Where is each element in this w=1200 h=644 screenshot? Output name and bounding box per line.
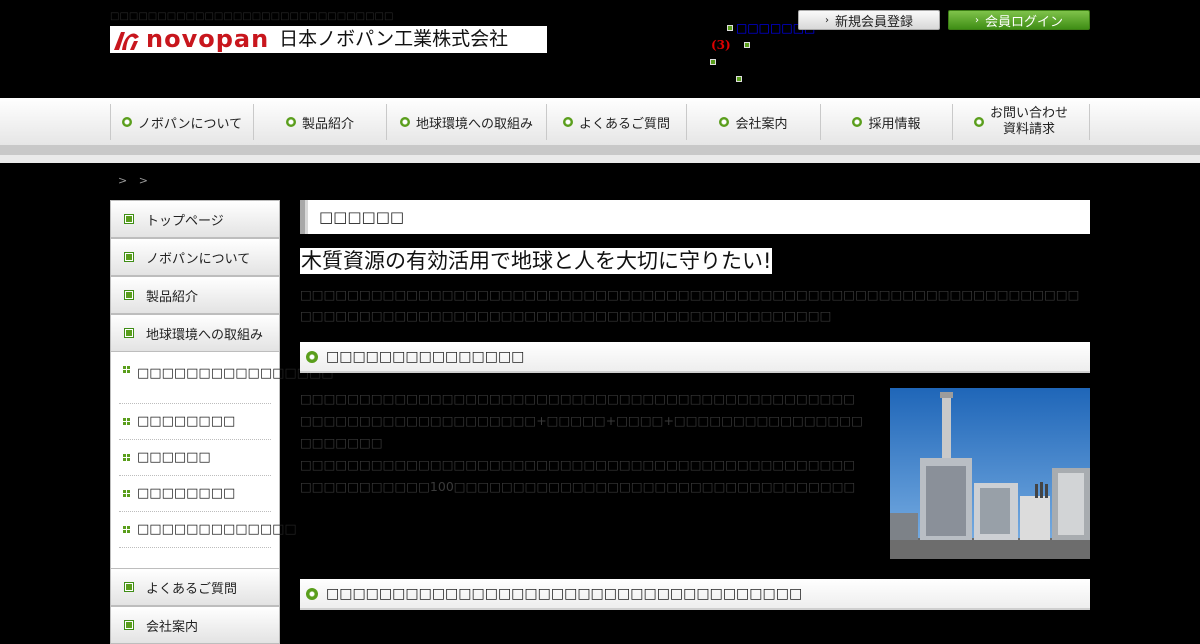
green-circle-icon [562, 117, 573, 127]
sidebar-subitem-label: □□□□□□□□□□□□□ [137, 522, 297, 537]
gnav-item-about[interactable]: ノボパンについて [110, 104, 253, 140]
breadcrumb: > > [118, 174, 152, 187]
sidebar-item-label: 製品紹介 [146, 289, 199, 305]
link-bullet-icon [727, 25, 733, 31]
login-button[interactable]: › 会員ログイン [948, 10, 1090, 30]
link-bullet-icon [710, 59, 716, 65]
section-paragraph: □□□□□□□□□□□□□□□□□□□□□□□□□□□□□□□□□□□□□□□□… [300, 457, 856, 494]
green-circle-icon [852, 117, 863, 127]
site-logo[interactable]: novopan 日本ノボパン工業株式会社 [110, 26, 547, 53]
green-circle-icon [306, 587, 318, 600]
sidebar-item-faq[interactable]: よくあるご質問 [110, 568, 280, 606]
sidebar-subitem[interactable]: □□□□□□□□ [119, 404, 271, 440]
gnav-item-environment[interactable]: 地球環境への取組み [386, 104, 546, 140]
green-circle-icon [719, 117, 730, 127]
sidebar-item-label: ノボパンについて [146, 251, 251, 267]
sidebar-subitem-label: □□□□□□□□ [137, 486, 236, 501]
logo-company-name: 日本ノボパン工業株式会社 [279, 28, 509, 50]
global-nav: ノボパンについて 製品紹介 地球環境への取組み よくあるご質問 会社案内 採用情… [110, 104, 1090, 140]
intro-paragraph: □□□□□□□□□□□□□□□□□□□□□□□□□□□□□□□□□□□□□□□□… [300, 287, 1080, 323]
grid-dots-icon [123, 454, 130, 461]
green-circle-icon [121, 117, 132, 127]
grid-dots-icon [123, 366, 130, 373]
sidebar-item-environment[interactable]: 地球環境への取組み [110, 314, 280, 352]
green-circle-icon [399, 117, 410, 127]
chevron-right-icon: › [974, 14, 979, 26]
sidebar-item-label: 地球環境への取組み [146, 327, 264, 343]
section-paragraph: □□□□□□□□□□□□□□□□□□□□□□□□□□□□□□□□□□□□□□□□… [300, 391, 863, 450]
nav-divider-band [0, 145, 1200, 155]
login-button-label: 会員ログイン [984, 14, 1063, 30]
novopan-logo-icon [114, 31, 139, 50]
grid-dots-icon [123, 526, 130, 533]
sidebar-subitem-label: □□□□□□ [137, 450, 211, 465]
page-title: □□□□□□ [300, 200, 1090, 234]
sidebar-spacer [110, 548, 280, 568]
sidebar-subitem[interactable]: □□□□□□□□□□□□□□□□ [119, 352, 334, 404]
green-square-icon [124, 290, 134, 300]
section-heading-text: □□□□□□□□□□□□□□□□□□□□□□□□□□□□□□□□□□□□ [326, 585, 803, 602]
green-circle-icon [973, 117, 984, 127]
nav-divider-band-light [0, 155, 1200, 163]
gnav-item-label: 製品紹介 [301, 116, 354, 132]
lead-heading: 木質資源の有効活用で地球と人を大切に守りたい! [300, 248, 773, 274]
gnav-item-label: ノボパンについて [137, 116, 243, 132]
gnav-item-faq[interactable]: よくあるご質問 [546, 104, 686, 140]
gnav-item-contact[interactable]: お問い合わせ 資料請求 [952, 104, 1090, 140]
green-square-icon [124, 620, 134, 630]
green-square-icon [124, 328, 134, 338]
sidebar: トップページ ノボパンについて 製品紹介 地球環境への取組み □□□□□□□□□… [110, 200, 334, 644]
sidebar-item-top[interactable]: トップページ [110, 200, 280, 238]
gnav-item-label: よくあるご質問 [578, 116, 670, 132]
link-bullet-icon [736, 76, 742, 82]
gnav-item-recruit[interactable]: 採用情報 [820, 104, 952, 140]
register-button[interactable]: › 新規会員登録 [798, 10, 940, 30]
sidebar-subitem[interactable]: □□□□□□□□□□□□□ [119, 512, 297, 548]
sidebar-item-label: よくあるご質問 [146, 581, 238, 597]
page-title-text: □□□□□□ [319, 208, 405, 226]
green-circle-icon [285, 117, 296, 127]
sidebar-subnav: □□□□□□□□□□□□□□□□ □□□□□□□□ □□□□□□ □□□□□□□… [110, 352, 334, 548]
green-square-icon [124, 582, 134, 592]
gnav-item-label: 会社案内 [735, 116, 788, 132]
biomass-plant-photo [890, 388, 1090, 559]
green-circle-icon [306, 350, 318, 363]
site-tagline: □□□□□□□□□□□□□□□□□□□□□□□□□□□□□□ [110, 11, 394, 22]
sidebar-item-label: 会社案内 [146, 619, 199, 635]
gnav-item-products[interactable]: 製品紹介 [253, 104, 386, 140]
gnav-item-company[interactable]: 会社案内 [686, 104, 820, 140]
green-square-icon [124, 252, 134, 262]
main-content: □□□□□□ 木質資源の有効活用で地球と人を大切に守りたい! □□□□□□□□□… [300, 200, 1090, 610]
section-heading: □□□□□□□□□□□□□□□ [300, 342, 1090, 373]
sidebar-subitem[interactable]: □□□□□□□□ [119, 476, 271, 512]
sidebar-subitem-label: □□□□□□□□ [137, 414, 236, 429]
grid-dots-icon [123, 418, 130, 425]
gnav-contact-line1: お問い合わせ [989, 106, 1068, 121]
section-body: □□□□□□□□□□□□□□□□□□□□□□□□□□□□□□□□□□□□□□□□… [300, 388, 1090, 559]
gnav-contact-line2: 資料請求 [1002, 122, 1055, 137]
plant-photo-image [890, 388, 1090, 559]
section-text: □□□□□□□□□□□□□□□□□□□□□□□□□□□□□□□□□□□□□□□□… [300, 388, 890, 559]
grid-dots-icon [123, 490, 130, 497]
sidebar-subitem[interactable]: □□□□□□ [119, 440, 271, 476]
sidebar-item-label: トップページ [146, 213, 224, 229]
chevron-right-icon: › [824, 14, 829, 26]
cart-count-badge[interactable]: (3) [711, 38, 731, 52]
section-heading-text: □□□□□□□□□□□□□□□ [326, 348, 525, 365]
sidebar-item-about[interactable]: ノボパンについて [110, 238, 280, 276]
section-heading: □□□□□□□□□□□□□□□□□□□□□□□□□□□□□□□□□□□□ [300, 579, 1090, 610]
gnav-item-label: 採用情報 [868, 116, 921, 132]
register-button-label: 新規会員登録 [834, 14, 913, 30]
link-bullet-icon [744, 42, 750, 48]
green-square-icon [124, 214, 134, 224]
sidebar-item-products[interactable]: 製品紹介 [110, 276, 280, 314]
logo-wordmark: novopan [146, 25, 270, 53]
header-utility-links: □□□□□□□ (3) [700, 18, 815, 88]
gnav-item-label: 地球環境への取組み [415, 116, 533, 132]
gnav-item-label: お問い合わせ 資料請求 [990, 106, 1068, 138]
sidebar-item-company[interactable]: 会社案内 [110, 606, 280, 644]
